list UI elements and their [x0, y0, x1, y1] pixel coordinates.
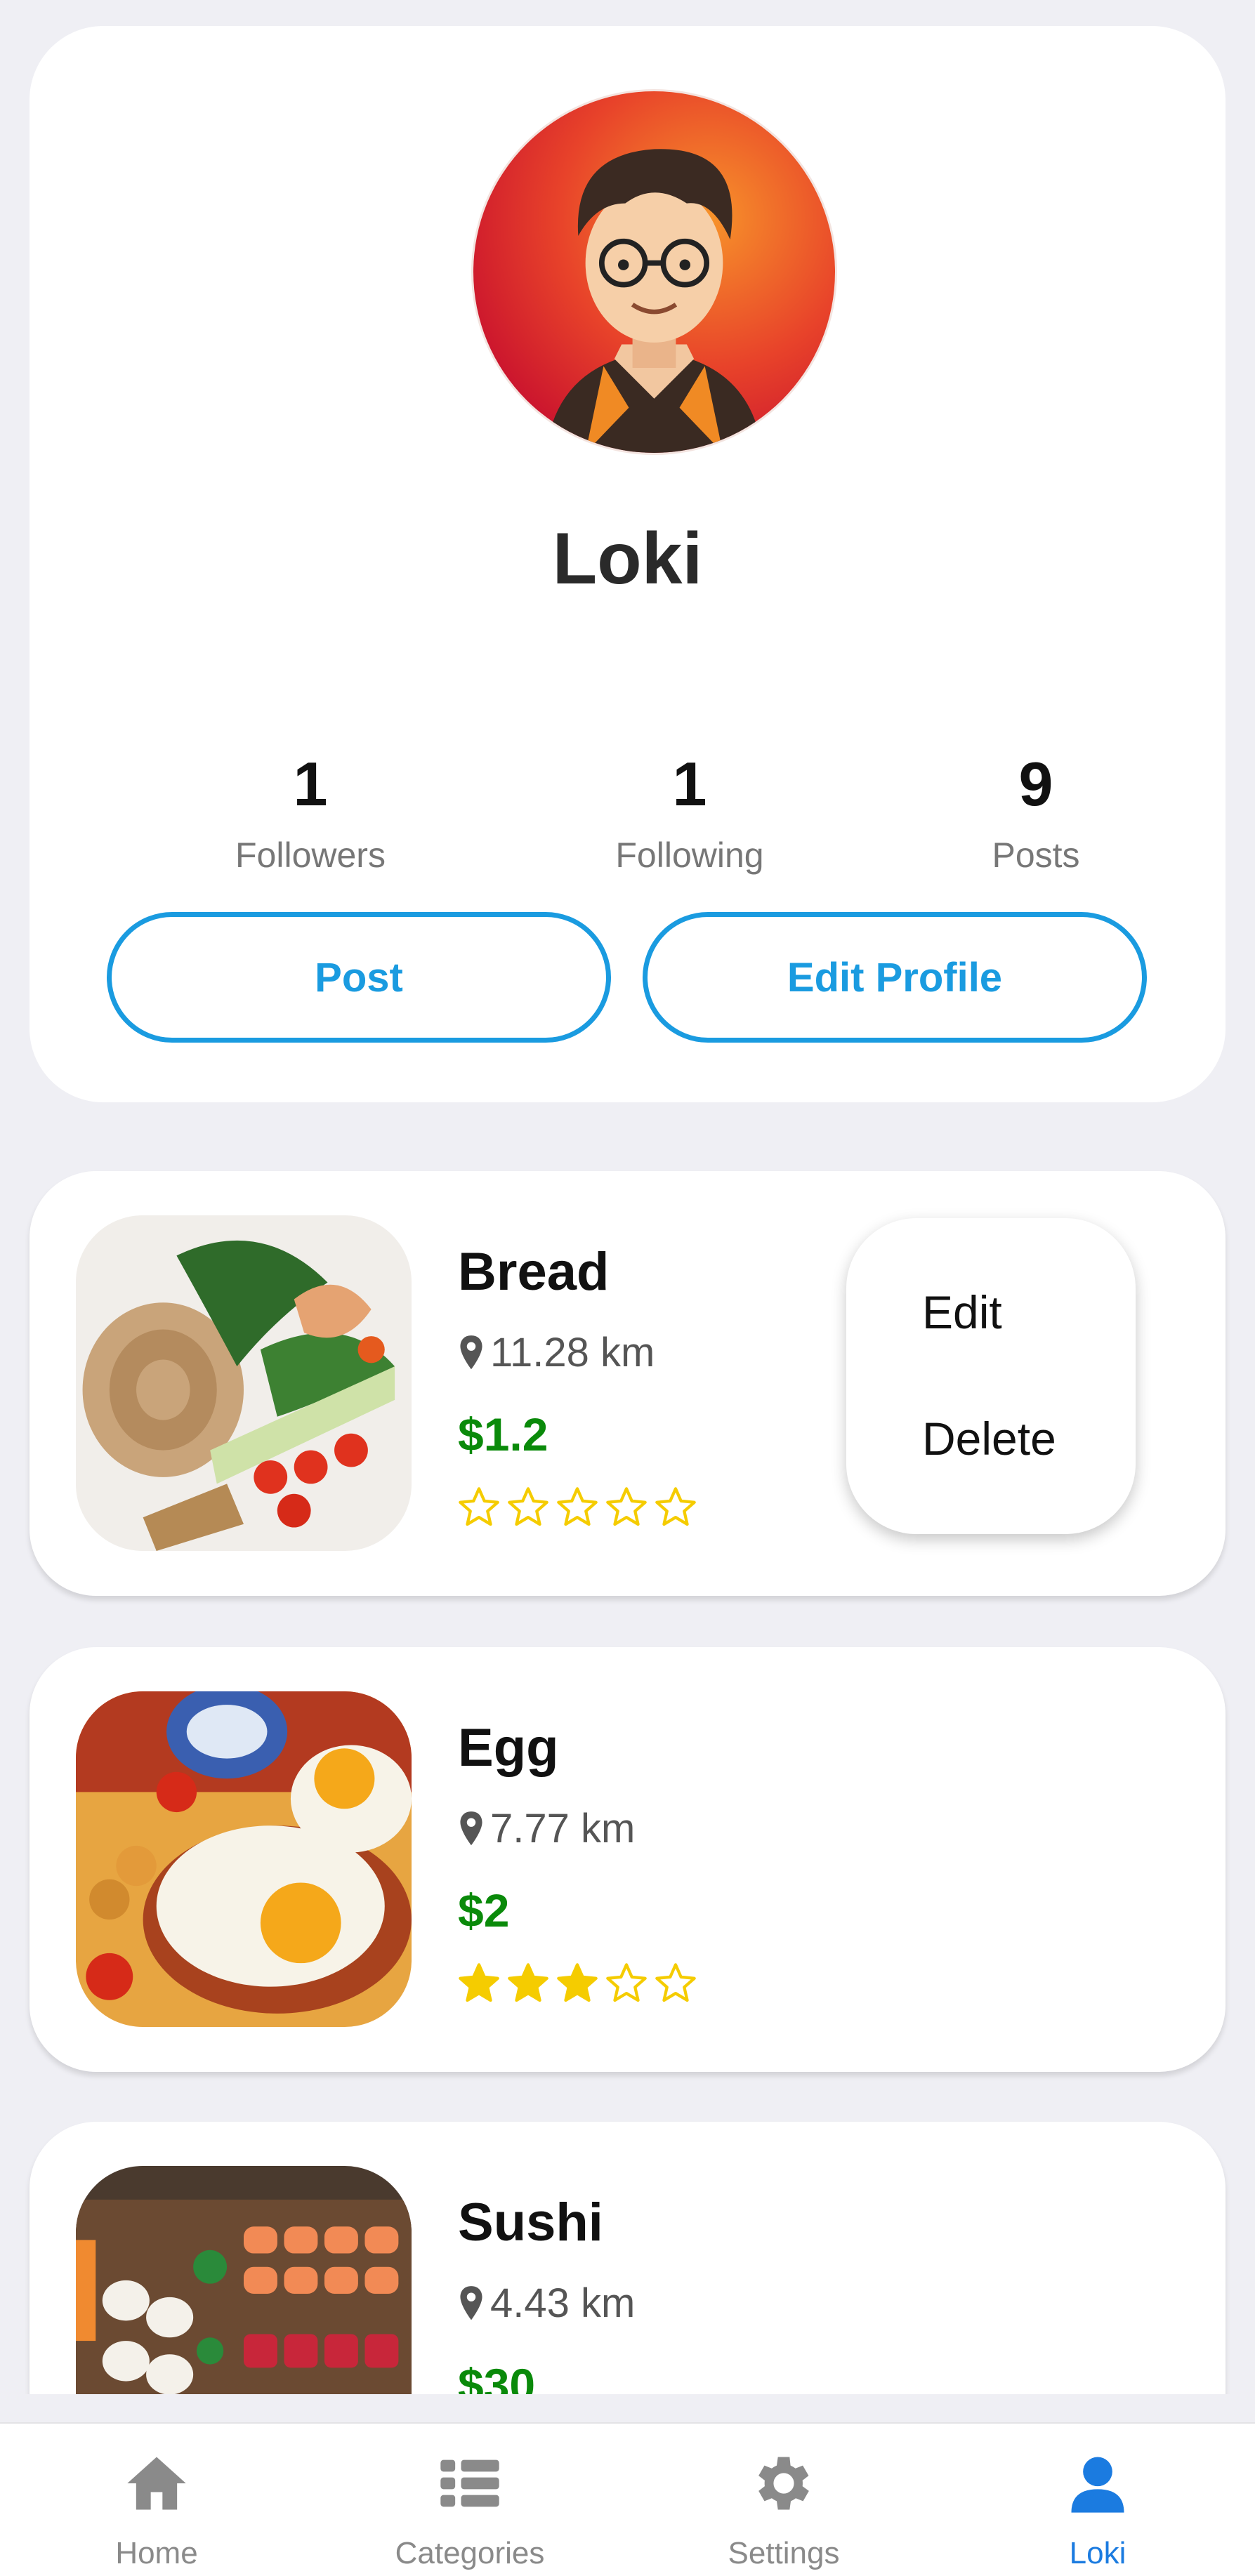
gear-icon [758, 2457, 809, 2510]
post-title: Sushi [458, 2193, 603, 2252]
star-outline-icon [459, 1487, 499, 1526]
star-outline-icon [606, 1963, 647, 2002]
profile-card: Loki 1 Followers 1 Following 9 Posts Pos… [29, 26, 1226, 1102]
star-outline-icon [655, 1487, 696, 1526]
user-icon [1071, 2457, 1124, 2513]
avatar[interactable] [473, 91, 835, 453]
post-price: $2 [458, 1884, 510, 1936]
followers-stat[interactable]: 1 Followers [170, 749, 451, 876]
egg-photo [76, 1691, 412, 2027]
followers-label: Followers [235, 835, 386, 875]
tab-home[interactable]: Home [0, 2424, 313, 2576]
tab-profile[interactable]: Loki [941, 2424, 1254, 2576]
star-outline-icon [557, 1487, 598, 1526]
post-title: Egg [458, 1718, 559, 1778]
post-rating [456, 1485, 698, 1530]
post-context-menu: Edit Delete [846, 1218, 1136, 1534]
following-stat[interactable]: 1 Following [549, 749, 830, 876]
post-distance: 7.77 km [458, 1805, 635, 1852]
star-outline-icon [606, 1487, 647, 1526]
posts-label: Posts [992, 835, 1080, 875]
post-price: $1.2 [458, 1408, 548, 1460]
tab-profile-label: Loki [1069, 2536, 1126, 2570]
posts-stat[interactable]: 9 Posts [895, 749, 1176, 876]
list-icon [440, 2459, 499, 2507]
tab-settings-label: Settings [728, 2536, 840, 2570]
location-pin-icon [460, 1811, 482, 1845]
followers-count: 1 [293, 749, 328, 819]
post-thumbnail [76, 1215, 412, 1551]
avatar-illustration [473, 91, 835, 453]
post-distance-value: 4.43 km [490, 2280, 636, 2326]
edit-profile-button[interactable]: Edit Profile [643, 912, 1147, 1043]
following-label: Following [615, 835, 764, 875]
posts-count: 9 [1018, 749, 1053, 819]
menu-delete[interactable]: Delete [922, 1412, 1056, 1465]
post-thumbnail [76, 1691, 412, 2027]
star-filled-icon [508, 1963, 548, 2002]
star-outline-icon [508, 1487, 548, 1526]
bread-photo [76, 1215, 412, 1551]
post-distance: 11.28 km [458, 1329, 655, 1376]
bottom-tab-bar: Home Categories Settings Loki [0, 2422, 1255, 2576]
location-pin-icon [460, 2285, 482, 2320]
tab-categories[interactable]: Categories [313, 2424, 626, 2576]
post-card-egg[interactable]: Egg 7.77 km $2 [29, 1647, 1226, 2072]
scroll-clip [0, 2394, 1255, 2422]
home-icon [127, 2457, 186, 2510]
post-rating [456, 1961, 698, 2006]
profile-name: Loki [552, 518, 703, 600]
tab-home-label: Home [115, 2536, 198, 2570]
menu-edit[interactable]: Edit [922, 1286, 1002, 1339]
post-distance: 4.43 km [458, 2280, 635, 2327]
star-outline-icon [655, 1963, 696, 2002]
tab-settings[interactable]: Settings [627, 2424, 940, 2576]
star-filled-icon [557, 1963, 598, 2002]
post-distance-value: 11.28 km [490, 1330, 655, 1375]
post-distance-value: 7.77 km [490, 1806, 636, 1851]
post-button[interactable]: Post [107, 912, 611, 1043]
star-filled-icon [459, 1963, 499, 2002]
location-pin-icon [460, 1335, 482, 1369]
tab-categories-label: Categories [395, 2536, 545, 2570]
post-title: Bread [458, 1242, 610, 1302]
following-count: 1 [672, 749, 707, 819]
